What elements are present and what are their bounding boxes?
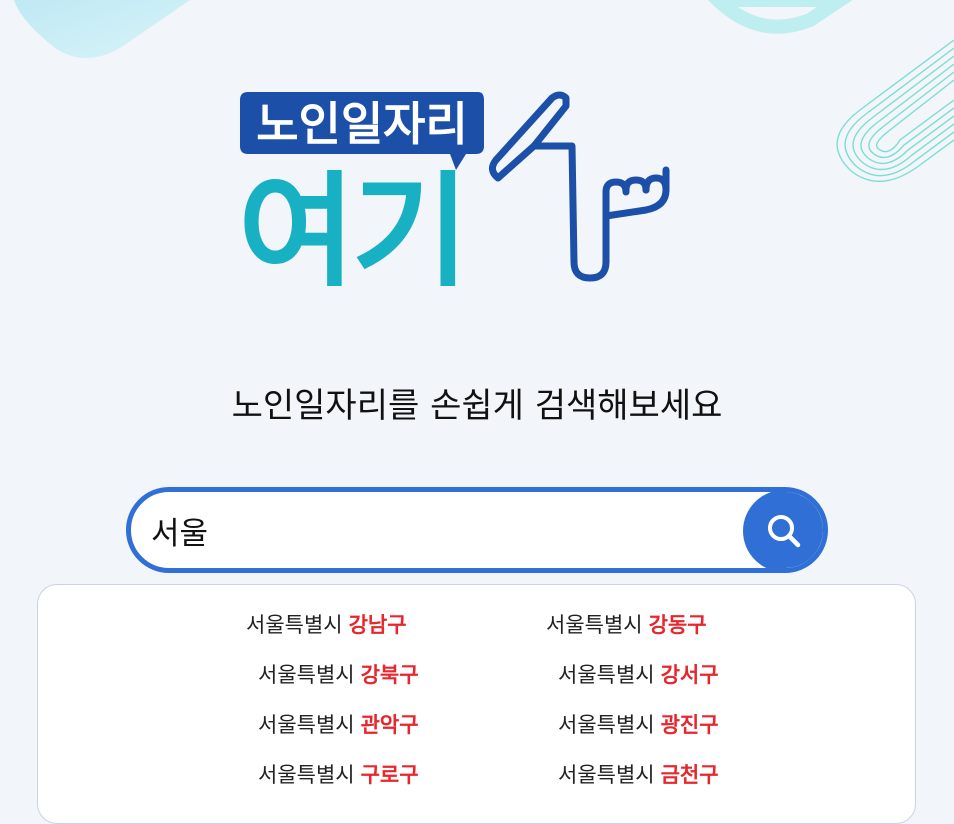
suggestion-item[interactable]: 서울특별시 강동구 [546, 609, 707, 639]
suggestion-city: 서울특별시 [258, 663, 355, 687]
suggestion-district: 구로구 [360, 763, 419, 787]
pointing-hand-icon [489, 91, 670, 282]
suggestion-item[interactable]: 서울특별시 강북구 [258, 659, 419, 689]
suggestion-city: 서울특별시 [258, 713, 355, 737]
search-suggestions: 서울특별시 강남구 서울특별시 강동구 서울특별시 강북구 서울특별시 강서구 서울특별… [37, 584, 916, 824]
suggestion-item[interactable]: 서울특별시 금천구 [558, 759, 719, 789]
suggestion-city: 서울특별시 [546, 613, 643, 637]
search-bar [126, 487, 828, 573]
suggestion-district: 강서구 [660, 663, 719, 687]
suggestion-district: 강남구 [348, 613, 407, 637]
suggestion-city: 서울특별시 [558, 663, 655, 687]
suggestion-city: 서울특별시 [258, 763, 355, 787]
page-tagline: 노인일자리를 손쉽게 검색해보세요 [231, 386, 723, 426]
search-input[interactable] [151, 504, 731, 556]
suggestion-item[interactable]: 서울특별시 관악구 [258, 709, 419, 739]
suggestion-city: 서울특별시 [246, 613, 343, 637]
suggestion-item[interactable]: 서울특별시 강남구 [246, 609, 407, 639]
search-button[interactable] [743, 492, 823, 568]
suggestion-district: 강동구 [648, 613, 707, 637]
search-icon [768, 515, 801, 548]
suggestion-item[interactable]: 서울특별시 강서구 [558, 659, 719, 689]
suggestion-district: 관악구 [360, 713, 419, 737]
suggestion-city: 서울특별시 [558, 713, 655, 737]
suggestion-city: 서울특별시 [558, 763, 655, 787]
suggestion-district: 강북구 [360, 663, 419, 687]
app-logo: 노인일자리 여기 [238, 91, 670, 286]
suggestion-item[interactable]: 서울특별시 구로구 [258, 759, 419, 789]
logo-badge-text: 노인일자리 [256, 97, 468, 151]
logo-main-text: 여기 [238, 160, 466, 286]
suggestion-item[interactable]: 서울특별시 광진구 [558, 709, 719, 739]
suggestion-district: 금천구 [660, 763, 719, 787]
suggestion-district: 광진구 [660, 713, 719, 737]
